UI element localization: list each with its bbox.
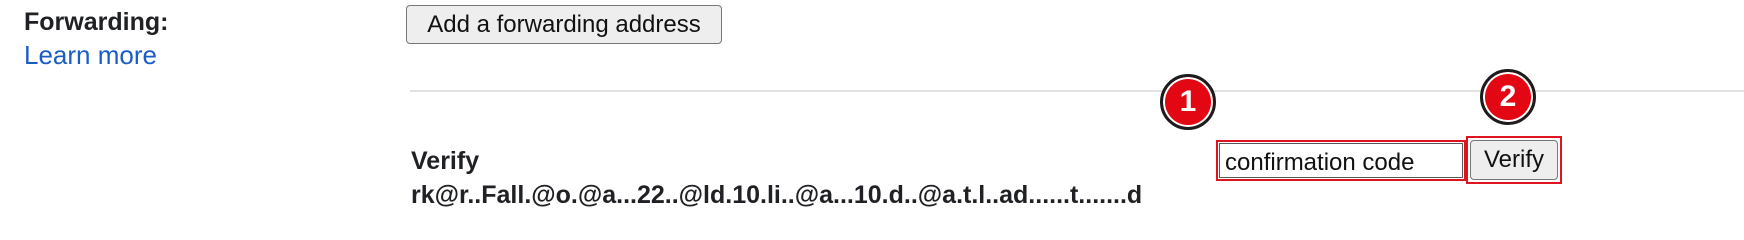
- step-marker-1: 1: [1160, 74, 1216, 130]
- add-forwarding-address-button[interactable]: Add a forwarding address: [406, 5, 722, 44]
- verify-heading: Verify: [411, 147, 480, 175]
- learn-more-link[interactable]: Learn more: [24, 40, 157, 71]
- section-divider: [410, 90, 1744, 92]
- forwarding-settings-page: Forwarding: Learn more Add a forwarding …: [0, 0, 1744, 210]
- verify-button[interactable]: Verify: [1470, 140, 1558, 180]
- confirmation-code-input[interactable]: confirmation code: [1219, 143, 1463, 178]
- confirmation-code-highlight: confirmation code: [1216, 140, 1466, 181]
- step-marker-2: 2: [1480, 69, 1536, 125]
- forwarding-address-text: rk@r..Fall.@o.@a...22..@ld.10.li..@a...1…: [411, 181, 1143, 209]
- forwarding-label: Forwarding:: [24, 8, 169, 36]
